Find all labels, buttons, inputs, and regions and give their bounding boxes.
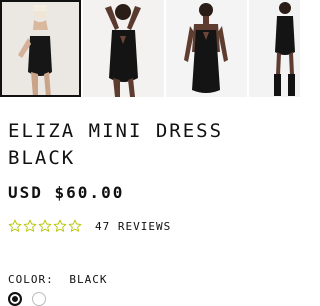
star-rating	[8, 219, 83, 233]
product-image-gallery	[0, 0, 300, 97]
color-selector-label: COLOR: BLACK	[8, 273, 108, 286]
star-icon	[8, 219, 22, 232]
product-photo-1[interactable]	[0, 0, 81, 97]
selected-color-name: BLACK	[69, 273, 108, 286]
product-price: USD $60.00	[8, 183, 125, 202]
product-photo-4[interactable]	[249, 0, 300, 97]
star-icon	[53, 219, 67, 232]
rating-row[interactable]: 47 REVIEWS	[8, 217, 171, 235]
model-photo-image	[0, 0, 81, 97]
color-swatches	[8, 292, 56, 306]
model-photo-image	[249, 0, 300, 97]
product-title-line2: BLACK	[8, 147, 76, 169]
product-title: ELIZA MINI DRESS BLACK	[8, 118, 292, 172]
color-swatch-white[interactable]	[32, 292, 46, 306]
product-photo-3[interactable]	[166, 0, 247, 97]
product-title-line1: ELIZA MINI DRESS	[8, 120, 224, 142]
star-icon	[23, 219, 37, 232]
model-photo-image	[83, 0, 164, 97]
star-icon	[68, 219, 82, 232]
color-label: COLOR:	[8, 273, 54, 286]
reviews-link[interactable]: 47 REVIEWS	[95, 220, 171, 233]
model-photo-image	[166, 0, 247, 97]
product-photo-2[interactable]	[83, 0, 164, 97]
color-swatch-black[interactable]	[8, 292, 22, 306]
star-icon	[38, 219, 52, 232]
